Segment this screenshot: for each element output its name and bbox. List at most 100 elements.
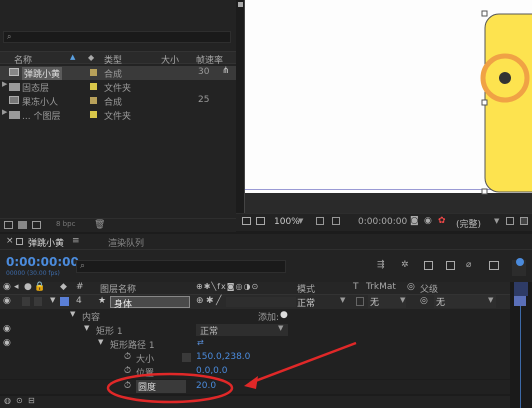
project-item-row[interactable]: 弹跳小黄 合成 30 ⋔	[0, 66, 236, 80]
switch-slots[interactable]	[226, 297, 296, 307]
col-name[interactable]: 名称	[14, 53, 32, 66]
property-roundness-value[interactable]: 20.0	[196, 381, 216, 391]
property-size-value[interactable]: 150.0,238.0	[196, 352, 250, 362]
viewer-artwork[interactable]	[245, 0, 532, 213]
project-item-row[interactable]: 果冻小人 合成 25	[0, 94, 236, 108]
property-row-roundness[interactable]: ⏱ 圆度 20.0	[0, 380, 510, 394]
path-direction-icon[interactable]: ⇄	[197, 338, 204, 347]
preserve-transparency-checkbox[interactable]	[356, 297, 364, 306]
timeline-graph-area[interactable]	[510, 282, 532, 408]
region-of-interest-icon[interactable]	[506, 217, 514, 225]
link-toggle[interactable]	[182, 353, 191, 362]
grid-icon[interactable]	[316, 217, 324, 225]
property-row-position[interactable]: ⏱ 位置 0.0,0.0	[0, 365, 510, 379]
col-t[interactable]: T	[353, 282, 359, 292]
show-snapshot-icon[interactable]: ◉	[424, 216, 432, 226]
zoom-slider-handle[interactable]	[516, 258, 524, 266]
graph-editor-icon[interactable]	[489, 261, 499, 270]
collapse-switch-icon[interactable]: ✱	[206, 296, 214, 306]
audio-icon[interactable]: ◂	[14, 282, 19, 292]
property-row-rect-path[interactable]: ◉ ▼ 矩形路径 1 ⇄	[0, 337, 510, 351]
mode-dropdown[interactable]: 正常	[297, 296, 315, 309]
draft-3d-icon[interactable]: ✲	[401, 260, 409, 270]
safe-zones-icon[interactable]	[256, 217, 265, 225]
expand-arrow-icon[interactable]: ▶	[2, 108, 7, 116]
viewer-timecode[interactable]: 0:00:00:00	[358, 217, 407, 227]
mask-visibility-icon[interactable]	[332, 217, 340, 225]
close-icon[interactable]: ×	[6, 236, 14, 246]
shy-switch-icon[interactable]: ⊕	[196, 296, 204, 306]
pickwhip-icon[interactable]: ◎	[420, 296, 428, 306]
bpc-toggle[interactable]: 8 bpc	[56, 220, 75, 228]
expand-arrow-down-icon[interactable]: ▼	[98, 338, 103, 346]
layer-name-field[interactable]: 身体	[110, 296, 190, 310]
property-position-value[interactable]: 0.0,0.0	[196, 366, 228, 376]
frame-blending-icon[interactable]	[446, 261, 455, 270]
col-size[interactable]: 大小	[161, 53, 179, 66]
playhead-line[interactable]	[520, 296, 521, 408]
col-fps[interactable]: 帧速率	[196, 53, 223, 66]
zoom-dropdown[interactable]: 100%	[274, 217, 300, 227]
new-folder-icon[interactable]	[18, 221, 27, 229]
transparency-grid-icon[interactable]	[520, 217, 528, 225]
current-time-display[interactable]: 0:00:00:00	[6, 255, 79, 269]
stopwatch-icon[interactable]: ⏱	[124, 366, 131, 376]
blend-mode-dropdown[interactable]: 正常	[196, 324, 288, 337]
handle-mid-left[interactable]	[481, 99, 488, 106]
resolution-dropdown[interactable]: (完整)	[456, 217, 481, 230]
col-parent[interactable]: 父级	[420, 282, 438, 295]
magnification-icon[interactable]	[242, 217, 251, 225]
expand-arrow-down-icon[interactable]: ▼	[50, 296, 55, 304]
property-row-size[interactable]: ⏱ 大小 150.0,238.0	[0, 351, 510, 365]
eye-icon[interactable]: ◉	[3, 296, 11, 306]
interpret-footage-icon[interactable]	[4, 221, 13, 229]
eye-icon[interactable]: ◉	[3, 338, 11, 348]
stopwatch-icon[interactable]: ⏱	[124, 381, 131, 391]
solo-toggle[interactable]	[22, 297, 30, 306]
yellow-body-shape[interactable]	[484, 13, 532, 193]
lock-toggle[interactable]	[34, 297, 42, 306]
quality-switch-icon[interactable]: ╱	[216, 296, 221, 306]
property-row-rect[interactable]: ◉ ▼ 矩形 1 正常 ▼	[0, 323, 510, 337]
handle-bottom-left[interactable]	[481, 188, 488, 195]
timeline-search-input[interactable]: ⌕	[76, 260, 286, 273]
project-item-row[interactable]: ▶ 固态层 文件夹	[0, 80, 236, 94]
add-property-icon[interactable]: ●	[280, 310, 288, 320]
flowchart-icon[interactable]: ⋔	[222, 66, 230, 76]
trash-icon[interactable]: 🗑	[94, 220, 105, 230]
expand-arrow-down-icon[interactable]: ▼	[84, 324, 89, 332]
eye-icon[interactable]: ◉	[3, 282, 11, 292]
eye-icon[interactable]: ◉	[3, 324, 11, 334]
project-search-input[interactable]: ⌕	[3, 31, 231, 43]
col-type[interactable]: 类型	[104, 53, 122, 66]
toggle-timing-icon[interactable]: ⊟	[28, 396, 35, 405]
parent-dropdown[interactable]: 无	[434, 295, 496, 308]
toggle-switches-icon[interactable]: ◍	[4, 396, 11, 405]
lock-icon[interactable]: 🔒	[34, 282, 45, 292]
new-composition-icon[interactable]	[32, 221, 41, 229]
expand-arrow-down-icon[interactable]: ▼	[70, 310, 75, 318]
col-layer-name[interactable]: 图层名称	[100, 282, 136, 295]
handle-top-left[interactable]	[481, 10, 488, 17]
channel-color-icon[interactable]: ✿	[438, 216, 446, 226]
motion-blur-icon[interactable]: ⌀	[466, 260, 471, 270]
shy-layers-icon[interactable]	[424, 261, 433, 270]
col-mode[interactable]: 模式	[297, 282, 315, 295]
work-area-bar[interactable]	[514, 282, 528, 296]
solo-icon[interactable]: ●	[24, 282, 32, 292]
expand-arrow-icon[interactable]: ▶	[2, 80, 7, 88]
layer-duration-bar[interactable]	[514, 296, 526, 306]
tab-render-queue[interactable]: 渲染队列	[108, 236, 144, 249]
layer-row[interactable]: ◉ ▼ 4 ★ 身体 ⊕ ✱ ╱ 正常 ▼ 无 ▼ ◎ 无 ▼	[0, 295, 510, 310]
tab-menu-icon[interactable]: ≡	[72, 236, 80, 246]
property-row-contents[interactable]: ▼ 内容 添加: ●	[0, 309, 510, 323]
col-trkmat[interactable]: TrkMat	[366, 282, 396, 292]
comp-mini-flowchart-icon[interactable]: ⇶	[377, 260, 385, 270]
switches-icons[interactable]: ⊕✱╲fx◙◎◑⊙	[196, 282, 259, 291]
label-color-swatch[interactable]	[60, 297, 69, 306]
tab-comp[interactable]: 弹跳小黄	[28, 236, 64, 249]
project-item-row[interactable]: ▶ ... 个图层 文件夹	[0, 108, 236, 122]
stopwatch-icon[interactable]: ⏱	[124, 352, 131, 362]
toggle-modes-icon[interactable]: ⊙	[16, 396, 23, 405]
snapshot-camera-icon[interactable]: ◙	[410, 216, 419, 226]
